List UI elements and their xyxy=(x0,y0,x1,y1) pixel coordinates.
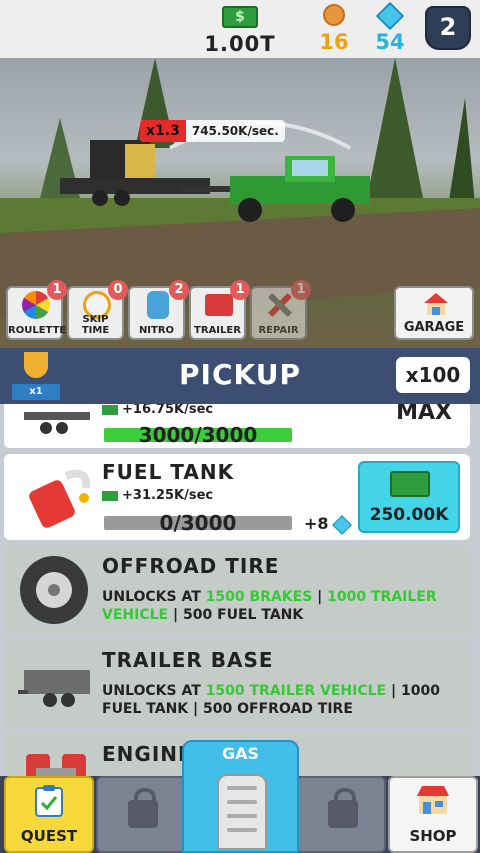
shop-button[interactable]: SHOP xyxy=(388,776,478,853)
upgrade-card-offroad-tire: OFFROAD TIRE UNLOCKS AT 1500 BRAKES | 10… xyxy=(4,546,470,634)
upgrade-progress: 3000/3000 xyxy=(104,423,292,447)
boost-count: 1 xyxy=(291,280,311,300)
lock-icon xyxy=(128,788,158,828)
trailer-icon xyxy=(24,412,90,434)
clipboard-icon xyxy=(35,785,63,817)
repair-button[interactable]: REPAIR 1 xyxy=(250,280,311,340)
shop-label: SHOP xyxy=(409,827,457,845)
trailer-crate-icon xyxy=(205,294,233,316)
offroad-tire-icon xyxy=(20,556,88,624)
roulette-button[interactable]: ROULETTE 1 xyxy=(6,280,67,340)
nitro-button[interactable]: NITRO 2 xyxy=(128,280,189,340)
coin-icon xyxy=(323,4,345,26)
cash-counter: 1.00T xyxy=(200,4,280,56)
engine-icon xyxy=(26,754,86,776)
quest-button[interactable]: QUEST xyxy=(4,776,94,853)
gas-label: GAS xyxy=(221,744,260,763)
unlock-requirement: 1500 TRAILER VEHICLE xyxy=(205,683,387,699)
income-rate: 745.50K/sec. xyxy=(191,124,279,138)
unlock-requirement: 500 OFFROAD TIRE xyxy=(203,701,353,717)
boost-row: ROULETTE 1 SKIP TIME 0 NITRO 2 TRAILER 1… xyxy=(6,280,311,342)
trailer-base-icon xyxy=(18,670,90,707)
buy-upgrade-button[interactable]: 250.00K xyxy=(358,461,460,533)
boost-count: 1 xyxy=(230,280,250,300)
garage-button[interactable]: GARAGE xyxy=(394,286,474,340)
upgrade-name: OFFROAD TIRE xyxy=(102,554,280,578)
coin-value: 16 xyxy=(319,30,349,54)
unlock-requirements: UNLOCKS AT 1500 TRAILER VEHICLE | 1000 F… xyxy=(102,683,440,717)
boost-count: 0 xyxy=(108,280,128,300)
skip-time-button[interactable]: SKIP TIME 0 xyxy=(67,280,128,340)
upgrade-card-trailer-base: TRAILER BASE UNLOCKS AT 1500 TRAILER VEH… xyxy=(4,640,470,728)
upgrade-progress-text: 3000/3000 xyxy=(138,423,258,447)
upgrade-rate: +16.75K/sec xyxy=(102,404,213,417)
quest-label: QUEST xyxy=(20,827,78,845)
game-scene: x1.3 745.50K/sec. ROULETTE 1 SKIP TIME 0… xyxy=(0,58,480,348)
cash-icon xyxy=(222,6,258,28)
boost-count: 1 xyxy=(47,280,67,300)
upgrade-card-trailer: +16.75K/sec MAX 3000/3000 xyxy=(4,404,470,448)
nitro-tank-icon xyxy=(147,291,169,319)
upgrade-progress-text: 0/3000 xyxy=(159,511,237,535)
top-bar: 1.00T 16 54 2 xyxy=(0,0,480,58)
unlock-requirements: UNLOCKS AT 1500 BRAKES | 1000 TRAILER VE… xyxy=(102,589,437,623)
shop-store-icon xyxy=(417,786,449,814)
unlock-prefix: UNLOCKS AT xyxy=(102,683,201,699)
upgrade-name: TRAILER BASE xyxy=(102,648,274,672)
gas-pedal-icon xyxy=(217,774,267,850)
upgrade-name: ENGINE xyxy=(102,742,193,766)
unlock-prefix: UNLOCKS AT xyxy=(102,589,201,605)
boost-label: REPAIR xyxy=(258,325,299,336)
boost-label: NITRO xyxy=(138,325,175,336)
wrench-screwdriver-icon xyxy=(266,291,294,319)
cash-value: 1.00T xyxy=(204,32,276,56)
coin-counter: 16 xyxy=(312,4,356,54)
gem-value: 54 xyxy=(375,30,405,54)
roulette-wheel-icon xyxy=(22,291,50,319)
trailer-button[interactable]: TRAILER 1 xyxy=(189,280,250,340)
lock-icon xyxy=(328,788,358,828)
buy-multiplier-button[interactable]: x100 xyxy=(396,357,470,393)
boost-label: ROULETTE xyxy=(8,325,67,336)
level-badge[interactable]: 2 xyxy=(425,6,471,50)
unlock-requirement: 1500 BRAKES xyxy=(205,589,313,605)
upgrade-progress: 0/3000 xyxy=(104,511,292,535)
garage-house-icon xyxy=(424,293,448,315)
cash-icon xyxy=(390,471,430,497)
income-rate-pill: x1.3 745.50K/sec. xyxy=(140,120,285,142)
gem-bonus: +8 xyxy=(304,514,349,533)
upgrade-max-label: MAX xyxy=(396,404,452,425)
upgrade-price: 250.00K xyxy=(369,505,449,525)
income-multiplier: x1.3 xyxy=(140,120,186,142)
locked-nav-button-2[interactable] xyxy=(296,776,386,853)
upgrade-name: FUEL TANK xyxy=(102,460,235,484)
unlock-requirement: 500 FUEL TANK xyxy=(182,607,304,623)
locked-nav-button-1[interactable] xyxy=(96,776,186,853)
garage-label: GARAGE xyxy=(403,320,465,335)
upgrade-card-fuel-tank: FUEL TANK +31.25K/sec 0/3000 +8 250.00K xyxy=(4,454,470,540)
gem-icon xyxy=(375,1,405,31)
upgrade-rate: +31.25K/sec xyxy=(102,488,213,503)
boost-label: TRAILER xyxy=(194,325,241,336)
gas-pedal-button[interactable]: GAS xyxy=(182,740,299,853)
boost-label: SKIP TIME xyxy=(81,314,110,336)
fuel-nozzle-icon xyxy=(29,469,91,528)
upgrade-header: x1 PICKUP x100 xyxy=(0,348,480,404)
boost-count: 2 xyxy=(169,280,189,300)
gem-counter: 54 xyxy=(368,1,412,54)
upgrade-list: +16.75K/sec MAX 3000/3000 FUEL TANK +31.… xyxy=(0,404,480,776)
